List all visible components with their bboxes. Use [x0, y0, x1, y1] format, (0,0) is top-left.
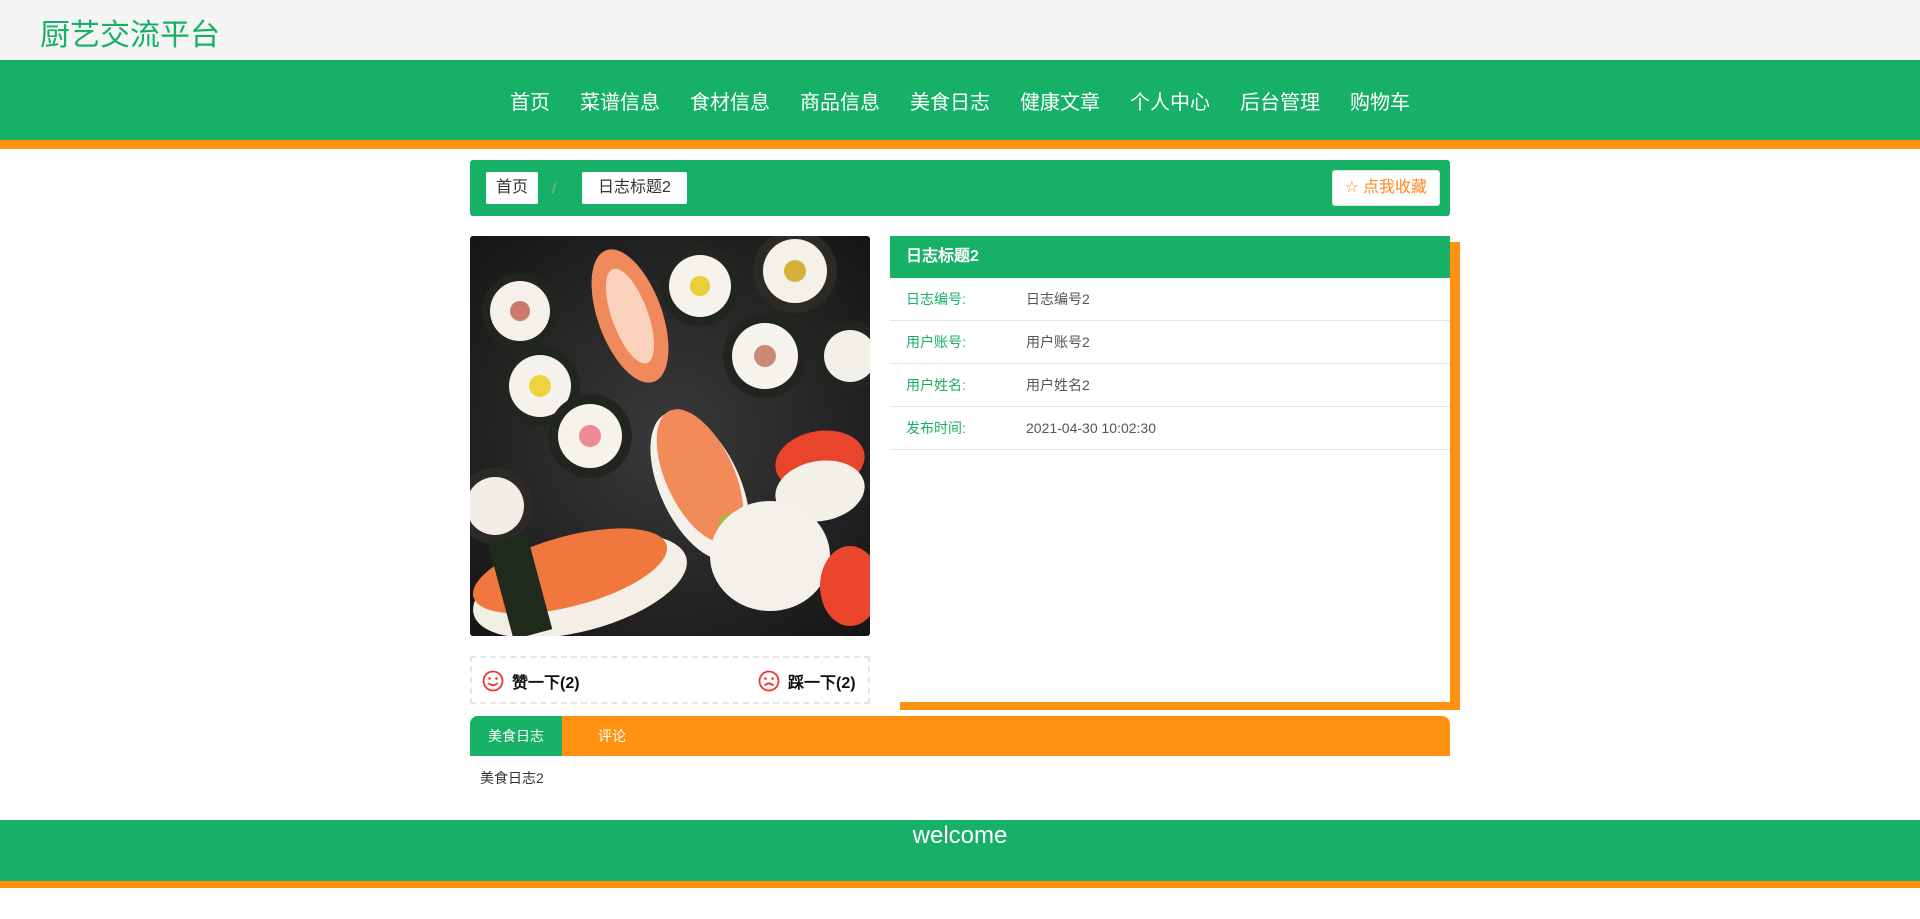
- star-outline-icon: ☆: [1344, 179, 1359, 196]
- field-label: 日志编号:: [906, 291, 966, 307]
- breadcrumb-home[interactable]: 首页: [486, 172, 539, 204]
- nav-item-products[interactable]: 商品信息: [785, 86, 895, 115]
- detail-title: 日志标题2: [890, 236, 1450, 278]
- site-title: 厨艺交流平台: [40, 19, 220, 52]
- breadcrumb-current[interactable]: 日志标题2: [582, 172, 687, 204]
- dislike-label: 踩一下(2): [788, 675, 856, 692]
- breadcrumb-separator: /: [552, 180, 556, 196]
- favorite-button[interactable]: ☆ 点我收藏: [1331, 170, 1440, 206]
- field-value: 日志编号2: [1026, 291, 1090, 307]
- nav-item-food-diary[interactable]: 美食日志: [895, 86, 1005, 115]
- favorite-label: 点我收藏: [1362, 179, 1427, 196]
- nav-item-home[interactable]: 首页: [495, 86, 565, 115]
- info-panel: 日志标题2 日志编号: 日志编号2 用户账号: 用户账号2 用户姓名: 用户姓名…: [890, 236, 1450, 702]
- field-label: 用户账号:: [906, 334, 966, 350]
- food-photo: [470, 236, 870, 636]
- tab-content: 美食日志2: [480, 770, 544, 786]
- nav-item-health-articles[interactable]: 健康文章: [1005, 86, 1115, 115]
- info-row: 日志编号: 日志编号2: [890, 278, 1450, 321]
- nav-item-cart[interactable]: 购物车: [1335, 86, 1425, 115]
- field-value: 用户姓名2: [1026, 377, 1090, 393]
- info-row: 用户账号: 用户账号2: [890, 321, 1450, 364]
- like-button[interactable]: 赞一下(2): [482, 669, 580, 693]
- smile-icon: [482, 670, 504, 692]
- nav-item-admin[interactable]: 后台管理: [1225, 86, 1335, 115]
- footer-accent-bar: [0, 881, 1920, 888]
- frown-icon: [758, 670, 780, 692]
- nav-accent-bar: [0, 140, 1920, 149]
- nav-item-recipes[interactable]: 菜谱信息: [565, 86, 675, 115]
- info-row: 发布时间: 2021-04-30 10:02:30: [890, 407, 1450, 450]
- footer: welcome: [0, 820, 1920, 881]
- tab-bar: 美食日志 评论: [470, 716, 1450, 756]
- nav-item-ingredients[interactable]: 食材信息: [675, 86, 785, 115]
- like-label: 赞一下(2): [512, 675, 580, 692]
- top-header: 厨艺交流平台: [0, 0, 1920, 60]
- dislike-button[interactable]: 踩一下(2): [758, 669, 856, 693]
- main-nav: 首页 菜谱信息 食材信息 商品信息 美食日志 健康文章 个人中心 后台管理 购物…: [0, 60, 1920, 140]
- sushi-image: [470, 236, 870, 636]
- footer-text: welcome: [912, 822, 1008, 849]
- breadcrumb: 首页 / 日志标题2 ☆ 点我收藏: [470, 160, 1450, 216]
- field-value: 用户账号2: [1026, 334, 1090, 350]
- field-label: 用户姓名:: [906, 377, 966, 393]
- tab-comments[interactable]: 评论: [562, 716, 662, 756]
- nav-item-personal-center[interactable]: 个人中心: [1115, 86, 1225, 115]
- field-label: 发布时间:: [906, 420, 966, 436]
- vote-bar: 赞一下(2) 踩一下(2): [470, 656, 870, 704]
- field-value: 2021-04-30 10:02:30: [1026, 420, 1156, 436]
- tab-food-diary[interactable]: 美食日志: [470, 716, 562, 756]
- info-row: 用户姓名: 用户姓名2: [890, 364, 1450, 407]
